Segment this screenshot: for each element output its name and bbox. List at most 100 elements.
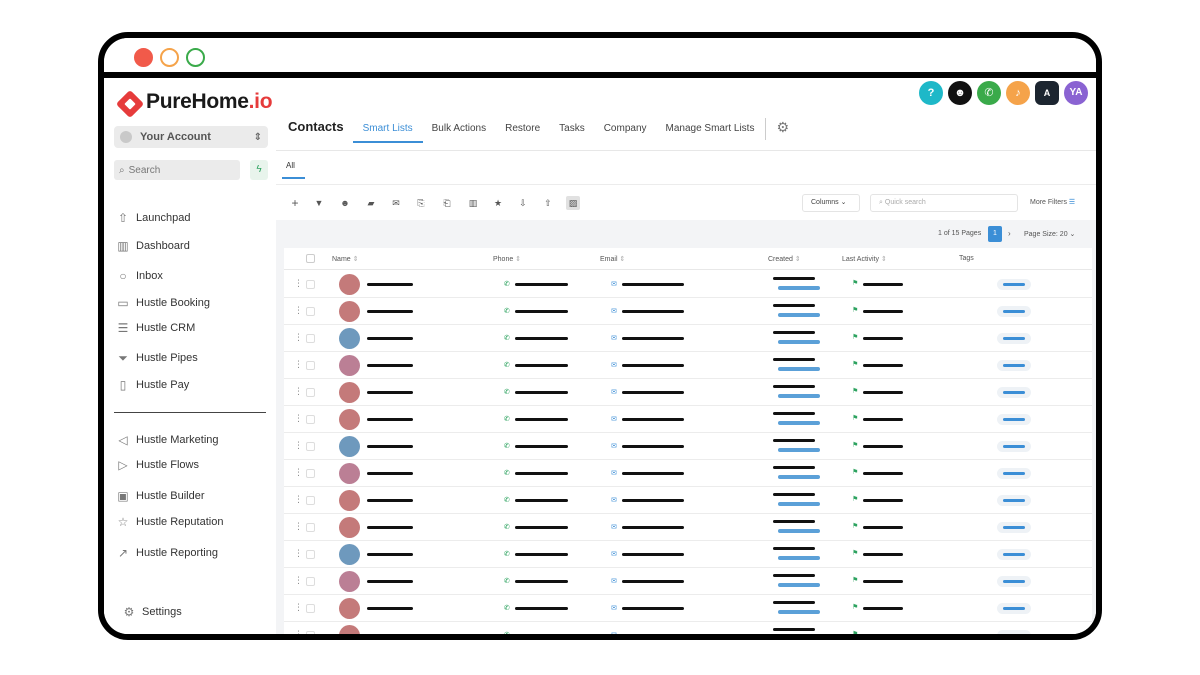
contact-name-redacted[interactable]: [367, 499, 413, 502]
download-icon[interactable]: ⇩: [516, 196, 530, 210]
sidebar-item-hustle-crm[interactable]: ☰ Hustle CRM: [116, 321, 196, 335]
row-menu-icon[interactable]: ⋮: [294, 413, 303, 424]
contact-name-redacted[interactable]: [367, 283, 413, 286]
contact-phone-redacted[interactable]: [515, 553, 568, 556]
column-header-created[interactable]: Created ⇕: [768, 255, 801, 263]
table-row[interactable]: ⋮ ✆ ✉ ⚑: [284, 622, 1092, 637]
table-row[interactable]: ⋮ ✆ ✉ ⚑: [284, 325, 1092, 352]
row-checkbox[interactable]: [306, 415, 315, 424]
contact-phone-redacted[interactable]: [515, 634, 568, 637]
brand-logo[interactable]: PureHome.io: [115, 89, 273, 119]
quick-action-button[interactable]: ϟ: [250, 160, 268, 180]
email-icon[interactable]: ✉: [389, 196, 403, 210]
contact-email-redacted[interactable]: [622, 283, 684, 286]
sidebar-item-hustle-marketing[interactable]: ◁ Hustle Marketing: [116, 433, 218, 447]
contact-tag[interactable]: [997, 522, 1031, 533]
tab-bulk-actions[interactable]: Bulk Actions: [432, 123, 486, 142]
column-header-last-activity[interactable]: Last Activity ⇕: [842, 255, 887, 263]
contact-name-redacted[interactable]: [367, 634, 413, 637]
contact-tag[interactable]: [997, 468, 1031, 479]
row-menu-icon[interactable]: ⋮: [294, 305, 303, 316]
row-checkbox[interactable]: [306, 334, 315, 343]
upload-icon[interactable]: ⇧: [541, 196, 555, 210]
contact-email-redacted[interactable]: [622, 634, 684, 637]
contact-email-redacted[interactable]: [622, 580, 684, 583]
contact-name-redacted[interactable]: [367, 364, 413, 367]
table-row[interactable]: ⋮ ✆ ✉ ⚑: [284, 541, 1092, 568]
column-header-email[interactable]: Email ⇕: [600, 255, 625, 263]
contact-email-redacted[interactable]: [622, 607, 684, 610]
row-checkbox[interactable]: [306, 442, 315, 451]
table-row[interactable]: ⋮ ✆ ✉ ⚑: [284, 271, 1092, 298]
filter-icon[interactable]: ▼: [312, 196, 326, 210]
sidebar-item-hustle-builder[interactable]: ▣ Hustle Builder: [116, 489, 204, 503]
subtab-all[interactable]: All: [282, 161, 305, 179]
phone-icon[interactable]: ✆: [977, 81, 1001, 105]
contact-tag[interactable]: [997, 360, 1031, 371]
contact-name-redacted[interactable]: [367, 607, 413, 610]
contact-phone-redacted[interactable]: [515, 499, 568, 502]
column-header-phone[interactable]: Phone ⇕: [493, 255, 521, 263]
row-checkbox[interactable]: [306, 577, 315, 586]
contact-phone-redacted[interactable]: [515, 580, 568, 583]
user-avatar-icon[interactable]: YA: [1064, 81, 1088, 105]
page-size-select[interactable]: Page Size: 20 ⌄: [1024, 230, 1075, 238]
contact-phone-redacted[interactable]: [515, 607, 568, 610]
row-menu-icon[interactable]: ⋮: [294, 494, 303, 505]
contact-tag[interactable]: [997, 387, 1031, 398]
table-row[interactable]: ⋮ ✆ ✉ ⚑: [284, 406, 1092, 433]
contact-email-redacted[interactable]: [622, 445, 684, 448]
table-row[interactable]: ⋮ ✆ ✉ ⚑: [284, 568, 1092, 595]
row-checkbox[interactable]: [306, 307, 315, 316]
contact-phone-redacted[interactable]: [515, 418, 568, 421]
columns-dropdown[interactable]: Columns ⌄: [802, 194, 860, 212]
bell-icon[interactable]: ♪: [1006, 81, 1030, 105]
row-menu-icon[interactable]: ⋮: [294, 548, 303, 559]
contact-tag[interactable]: [997, 630, 1031, 634]
contact-phone-redacted[interactable]: [515, 391, 568, 394]
bot-icon[interactable]: ☻: [948, 81, 972, 105]
quick-search-input[interactable]: ⌕ Quick search: [870, 194, 1018, 212]
contact-tag[interactable]: [997, 549, 1031, 560]
contact-phone-redacted[interactable]: [515, 310, 568, 313]
contact-email-redacted[interactable]: [622, 337, 684, 340]
message-icon[interactable]: ▰: [364, 196, 378, 210]
column-header-name[interactable]: Name ⇕: [332, 255, 359, 263]
contact-phone-redacted[interactable]: [515, 364, 568, 367]
help-icon[interactable]: ?: [919, 81, 943, 105]
contact-name-redacted[interactable]: [367, 526, 413, 529]
contact-tag[interactable]: [997, 576, 1031, 587]
contact-tag[interactable]: [997, 603, 1031, 614]
sidebar-item-hustle-flows[interactable]: ▷ Hustle Flows: [116, 458, 199, 472]
tab-company[interactable]: Company: [604, 123, 647, 142]
close-window-button[interactable]: [134, 48, 153, 67]
contact-phone-redacted[interactable]: [515, 445, 568, 448]
tab-manage-smart-lists[interactable]: Manage Smart Lists: [666, 123, 755, 142]
row-menu-icon[interactable]: ⋮: [294, 440, 303, 451]
sidebar-item-hustle-reputation[interactable]: ☆ Hustle Reputation: [116, 515, 224, 529]
row-checkbox[interactable]: [306, 631, 315, 634]
row-checkbox[interactable]: [306, 496, 315, 505]
contact-phone-redacted[interactable]: [515, 472, 568, 475]
translate-icon[interactable]: A: [1035, 81, 1059, 105]
contact-tag[interactable]: [997, 279, 1031, 290]
row-menu-icon[interactable]: ⋮: [294, 602, 303, 613]
delete-icon[interactable]: ▥: [466, 196, 480, 210]
tab-restore[interactable]: Restore: [505, 123, 540, 142]
maximize-window-button[interactable]: [186, 48, 205, 67]
contact-email-redacted[interactable]: [622, 526, 684, 529]
sidebar-item-hustle-reporting[interactable]: ↗ Hustle Reporting: [116, 546, 218, 560]
row-menu-icon[interactable]: ⋮: [294, 575, 303, 586]
contact-phone-redacted[interactable]: [515, 337, 568, 340]
more-filters-button[interactable]: More Filters ☰: [1030, 198, 1075, 206]
contact-email-redacted[interactable]: [622, 418, 684, 421]
image-icon[interactable]: ▨: [566, 196, 580, 210]
row-checkbox[interactable]: [306, 280, 315, 289]
contact-name-redacted[interactable]: [367, 445, 413, 448]
row-menu-icon[interactable]: ⋮: [294, 521, 303, 532]
contact-email-redacted[interactable]: [622, 472, 684, 475]
row-menu-icon[interactable]: ⋮: [294, 629, 303, 634]
row-checkbox[interactable]: [306, 604, 315, 613]
table-row[interactable]: ⋮ ✆ ✉ ⚑: [284, 433, 1092, 460]
sidebar-item-dashboard[interactable]: ▥ Dashboard: [116, 239, 190, 253]
